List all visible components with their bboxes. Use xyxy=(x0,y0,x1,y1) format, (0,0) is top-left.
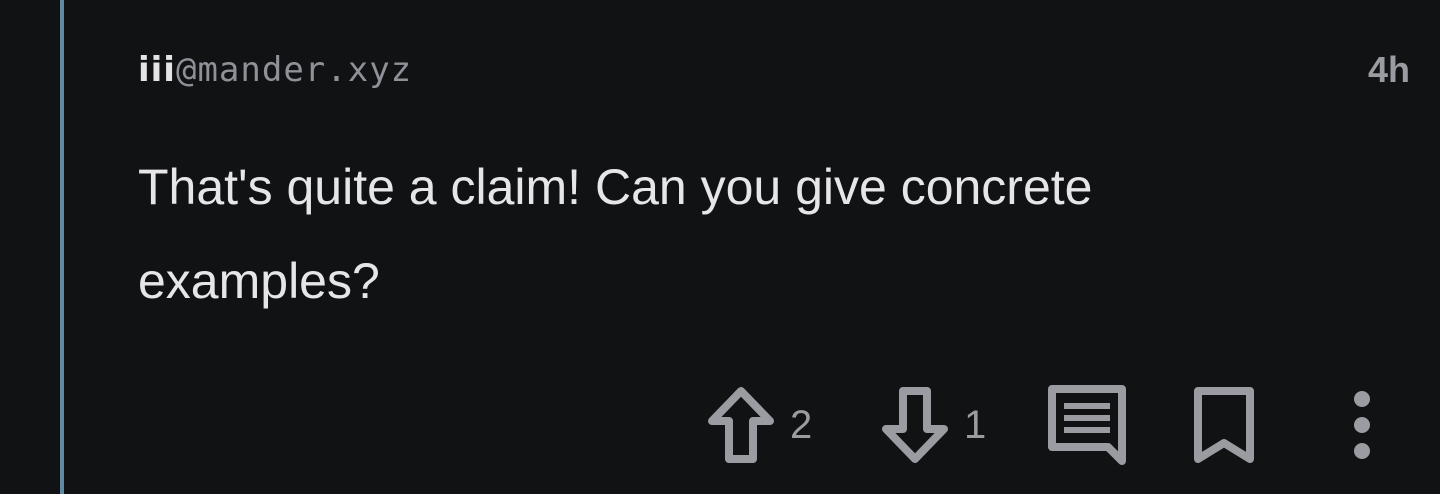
message-icon xyxy=(1048,385,1126,465)
bookmark-icon xyxy=(1194,387,1254,463)
comment-card: iii@mander.xyz 4h That's quite a claim! … xyxy=(0,0,1440,494)
save-button[interactable] xyxy=(1192,380,1256,470)
author-username[interactable]: iii xyxy=(138,50,176,90)
reply-button[interactable] xyxy=(1046,380,1130,470)
more-options-button[interactable] xyxy=(1344,380,1380,470)
upvote-count: 2 xyxy=(790,402,813,447)
arrow-down-icon xyxy=(882,387,948,463)
downvote-button[interactable]: 1 xyxy=(880,380,986,470)
author-instance[interactable]: @mander.xyz xyxy=(176,50,412,90)
author-link[interactable]: iii@mander.xyz xyxy=(138,44,412,96)
comment-header: iii@mander.xyz 4h xyxy=(138,44,1410,96)
arrow-up-icon xyxy=(708,387,774,463)
upvote-button[interactable]: 2 xyxy=(706,380,812,470)
comment-body: That's quite a claim! Can you give concr… xyxy=(138,159,1093,309)
comment-timestamp: 4h xyxy=(1367,49,1410,90)
more-vertical-icon xyxy=(1354,391,1370,459)
comment-actions: 2 1 xyxy=(0,380,1440,470)
downvote-count: 1 xyxy=(964,402,987,447)
